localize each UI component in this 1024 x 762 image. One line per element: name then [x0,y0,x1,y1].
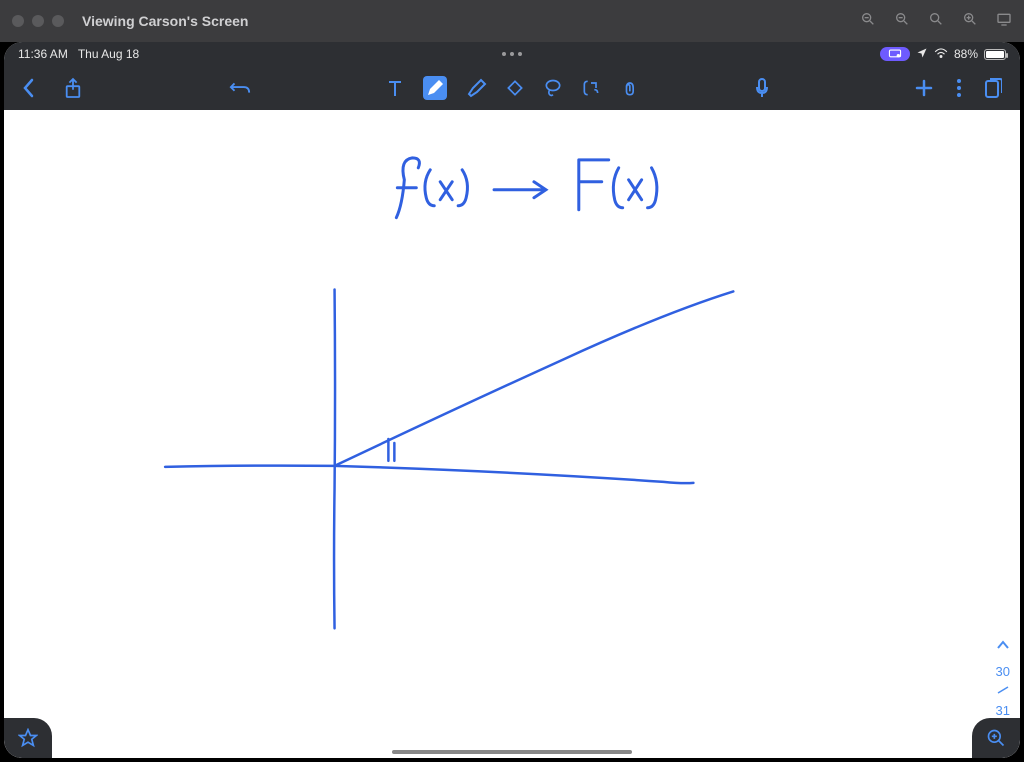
page-up-icon[interactable] [996,636,1010,656]
zoom-window-button[interactable] [52,15,64,27]
lasso-tool-button[interactable] [543,78,563,98]
battery-percent: 88% [954,47,978,61]
mac-titlebar: Viewing Carson's Screen [0,0,1024,42]
more-button[interactable] [956,78,962,98]
shapes-tool-button[interactable] [581,78,601,98]
app-toolbar [4,66,1020,110]
ipad-statusbar: 11:36 AM Thu Aug 18 88% [4,42,1020,66]
titlebar-right-icons [860,11,1012,32]
zoom-out-icon[interactable] [860,11,876,32]
back-button[interactable] [22,78,36,98]
text-tool-button[interactable] [385,78,405,98]
window-title: Viewing Carson's Screen [82,13,248,29]
undo-button[interactable] [229,79,251,97]
screen-mirroring-pill[interactable] [880,47,910,61]
multitask-dots[interactable] [502,52,522,56]
zoom-in-icon[interactable] [962,11,978,32]
close-window-button[interactable] [12,15,24,27]
tool-group [385,76,639,100]
location-icon [916,47,928,62]
favorite-button[interactable] [4,718,52,758]
add-button[interactable] [914,78,934,98]
share-button[interactable] [64,77,82,99]
page-current: 30 [996,662,1010,682]
wifi-icon [934,47,948,62]
pen-tool-button[interactable] [423,76,447,100]
battery-icon [984,49,1006,60]
eraser-tool-button[interactable] [505,78,525,98]
highlighter-tool-button[interactable] [465,78,487,98]
display-icon[interactable] [996,11,1012,32]
page-divider-icon [996,685,1010,695]
zoom-in-button[interactable] [972,718,1020,758]
attachment-tool-button[interactable] [619,78,639,98]
statusbar-date: Thu Aug 18 [78,47,139,61]
minimize-window-button[interactable] [32,15,44,27]
handwritten-content [4,110,1020,758]
zoom-out-icon-2[interactable] [894,11,910,32]
drawing-canvas[interactable]: 30 31 [4,110,1020,758]
home-indicator[interactable] [392,750,632,754]
ipad-screen: 11:36 AM Thu Aug 18 88% [4,42,1020,758]
traffic-lights [12,15,64,27]
statusbar-time: 11:36 AM [18,47,68,61]
pages-button[interactable] [984,77,1002,99]
mic-button[interactable] [754,77,770,99]
zoom-actual-icon[interactable] [928,11,944,32]
